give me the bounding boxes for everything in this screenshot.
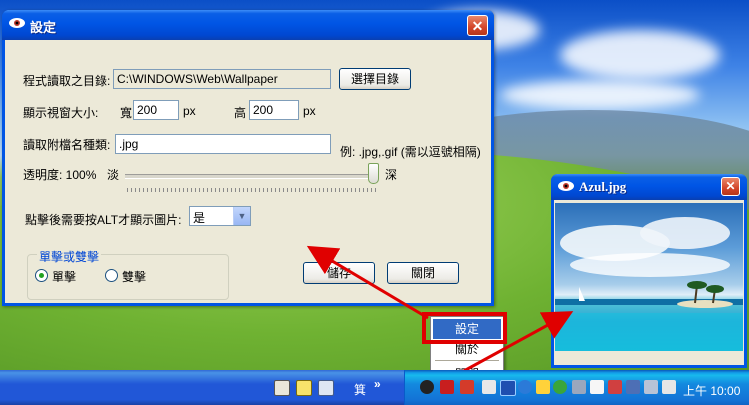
eye-tray-icon[interactable]: [420, 380, 434, 394]
tray-app-icon[interactable]: [440, 380, 454, 394]
monitor-icon[interactable]: [500, 380, 516, 396]
help-icon[interactable]: [296, 380, 312, 396]
tray-app-icon[interactable]: [482, 380, 496, 394]
wifi-icon[interactable]: [590, 380, 604, 394]
keyboard-icon[interactable]: [274, 380, 290, 396]
globe-icon[interactable]: [553, 380, 567, 394]
bluetooth-icon[interactable]: [518, 380, 532, 394]
volume-icon[interactable]: [662, 380, 676, 394]
arrow-to-settings: [306, 245, 429, 320]
chevron-icon[interactable]: »: [374, 377, 381, 391]
network-icon[interactable]: [626, 380, 640, 394]
toolbar-label[interactable]: 箕: [354, 381, 366, 398]
taskbar-clock[interactable]: 上午 10:00: [683, 382, 740, 399]
tray-app-icon[interactable]: [460, 380, 474, 394]
tray-app-icon[interactable]: [608, 380, 622, 394]
tray-app-icon[interactable]: [644, 380, 658, 394]
annotation-arrows: [306, 245, 574, 386]
options-icon[interactable]: [318, 380, 334, 396]
tray-app-icon[interactable]: [536, 380, 550, 394]
tray-app-icon[interactable]: [572, 380, 586, 394]
